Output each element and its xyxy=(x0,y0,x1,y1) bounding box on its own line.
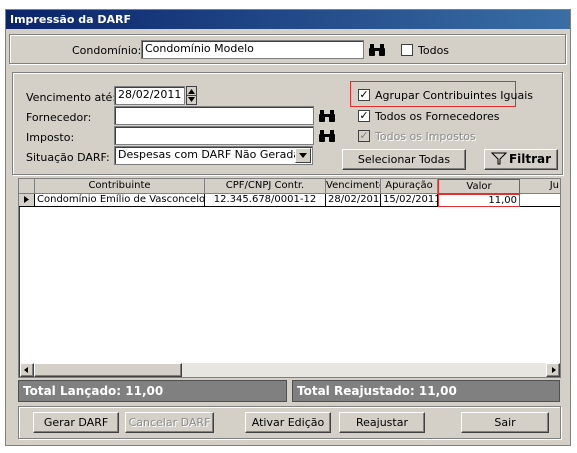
selecionar-todas-button[interactable]: Selecionar Todas xyxy=(342,149,466,170)
scroll-right-button[interactable] xyxy=(546,363,560,377)
sair-button[interactable]: Sair xyxy=(461,412,549,433)
gerar-darf-label: Gerar DARF xyxy=(43,416,109,429)
cell-contribuinte[interactable]: Condomínio Emílio de Vasconcelos xyxy=(35,194,205,207)
imposto-field[interactable] xyxy=(114,126,314,145)
filtrar-button[interactable]: Filtrar xyxy=(484,149,558,170)
vencimento-spinner[interactable] xyxy=(186,86,197,105)
situacao-select[interactable]: Despesas com DARF Não Geradas xyxy=(114,146,313,165)
grid-header-contribuinte[interactable]: Contribuinte xyxy=(35,179,205,194)
situacao-label: Situação DARF: xyxy=(26,151,110,164)
ativar-edicao-button[interactable]: Ativar Edição xyxy=(245,412,331,433)
funnel-icon xyxy=(490,152,508,165)
grid-header-juros[interactable]: Ju xyxy=(520,179,560,194)
window-title: Impressão da DARF xyxy=(6,10,570,29)
condominio-field[interactable]: Condomínio Modelo xyxy=(141,40,364,59)
ativar-edicao-label: Ativar Edição xyxy=(251,416,325,429)
agrupar-label: Agrupar Contribuintes Iguais xyxy=(375,89,534,102)
arrow-left-icon xyxy=(24,367,28,373)
cell-vencimento[interactable]: 28/02/2011 xyxy=(326,194,381,207)
scroll-thumb[interactable] xyxy=(34,363,182,377)
todos-checkbox[interactable] xyxy=(401,44,413,56)
vencimento-label: Vencimento até: xyxy=(26,91,117,104)
agrupar-checkbox[interactable]: ✓ xyxy=(358,89,370,101)
reajustar-label: Reajustar xyxy=(356,416,408,429)
todos-fornecedores-label: Todos os Fornecedores xyxy=(375,110,500,123)
reajustar-button[interactable]: Reajustar xyxy=(339,412,425,433)
filter-group: Vencimento até: 28/02/2011 Fornecedor: I… xyxy=(12,72,563,175)
darf-window: Impressão da DARF Condomínio: Condomínio… xyxy=(5,9,571,446)
total-reajustado: Total Reajustado: 11,00 xyxy=(292,380,560,402)
spin-arrows-icon xyxy=(187,89,196,102)
situacao-value: Despesas com DARF Não Geradas xyxy=(118,148,306,161)
cell-juros[interactable] xyxy=(520,194,560,207)
binoculars-icon xyxy=(319,129,335,142)
row-pointer-icon xyxy=(24,196,29,203)
action-buttons-group: Gerar DARF Cancelar DARF Ativar Edição R… xyxy=(18,406,561,439)
binoculars-icon xyxy=(319,109,335,122)
selecionar-todas-label: Selecionar Todas xyxy=(357,153,451,166)
vencimento-field[interactable]: 28/02/2011 xyxy=(114,86,185,105)
chevron-down-icon xyxy=(299,153,307,158)
grid-horizontal-scrollbar[interactable] xyxy=(20,363,560,377)
imposto-label: Imposto: xyxy=(26,131,75,144)
cell-apuracao[interactable]: 15/02/2011 xyxy=(381,194,438,207)
sair-label: Sair xyxy=(494,416,516,429)
todos-impostos-checkbox[interactable]: ✓ xyxy=(358,130,370,142)
filtrar-label: Filtrar xyxy=(508,152,552,166)
grid-header-vencimento[interactable]: Vencimento xyxy=(326,179,381,194)
darf-grid[interactable]: Contribuinte CPF/CNPJ Contr. Vencimento … xyxy=(18,178,561,378)
imposto-search-button[interactable] xyxy=(316,126,338,145)
binoculars-icon xyxy=(369,43,385,56)
scroll-left-button[interactable] xyxy=(20,363,34,377)
cell-cpf-cnpj[interactable]: 12.345.678/0001-12 xyxy=(205,194,326,207)
todos-fornecedores-checkbox[interactable]: ✓ xyxy=(358,110,370,122)
cell-valor[interactable]: 11,00 xyxy=(438,194,520,207)
cancelar-darf-button[interactable]: Cancelar DARF xyxy=(125,412,214,433)
grid-indicator-header xyxy=(19,179,35,194)
total-lancado: Total Lançado: 11,00 xyxy=(18,380,287,402)
todos-impostos-label: Todos os Impostos xyxy=(375,130,476,143)
fornecedor-field[interactable] xyxy=(114,106,314,125)
arrow-right-icon xyxy=(552,367,556,373)
todos-label: Todos xyxy=(418,44,450,57)
condominio-label: Condomínio: xyxy=(72,44,142,57)
cancelar-darf-label: Cancelar DARF xyxy=(128,416,211,429)
situacao-dropdown-button[interactable] xyxy=(295,148,311,163)
row-indicator xyxy=(19,194,35,207)
grid-header-valor[interactable]: Valor xyxy=(438,179,520,194)
gerar-darf-button[interactable]: Gerar DARF xyxy=(33,412,119,433)
grid-header-cpf-cnpj[interactable]: CPF/CNPJ Contr. xyxy=(205,179,326,194)
grid-header-apuracao[interactable]: Apuração xyxy=(381,179,438,194)
fornecedor-search-button[interactable] xyxy=(316,106,338,125)
condominio-search-button[interactable] xyxy=(366,40,388,59)
fornecedor-label: Fornecedor: xyxy=(26,111,92,124)
condominio-group: Condomínio: Condomínio Modelo Todos xyxy=(9,34,566,64)
